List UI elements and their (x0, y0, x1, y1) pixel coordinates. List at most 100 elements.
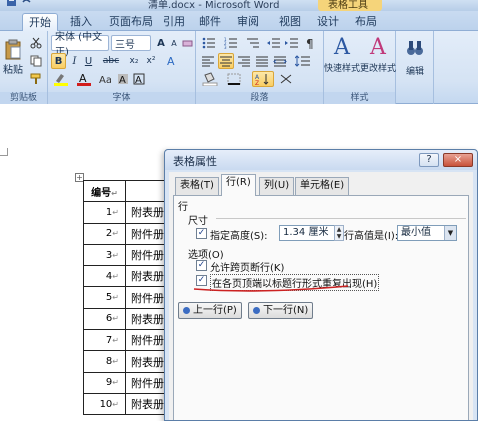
cell-end-mark: ↵ (112, 271, 119, 281)
help-button[interactable]: ? (419, 153, 439, 167)
bold-button[interactable]: B (51, 53, 66, 69)
change-styles-button[interactable]: A 更改样式 (360, 35, 396, 75)
align-center-button[interactable] (218, 53, 234, 69)
height-spinner[interactable]: ▲ ▼ (334, 225, 344, 241)
tab-row[interactable]: 行(R) (221, 174, 256, 196)
tab-cell[interactable]: 单元格(E) (295, 177, 350, 195)
row-number-cell[interactable]: 6↵ (83, 307, 126, 331)
font-size-select[interactable]: 三号 (111, 35, 151, 51)
show-marks-button[interactable]: ¶ (302, 35, 320, 51)
distribute-button[interactable] (272, 53, 288, 69)
dialog-title-bar[interactable]: 表格属性 ? × (165, 150, 477, 170)
tab-mailings[interactable]: 邮件 (196, 13, 224, 31)
shrink-font-button[interactable]: A (168, 35, 180, 51)
align-center-icon (220, 56, 232, 67)
table-row: 7↵ 附件册 (83, 329, 171, 352)
help-icon: ? (426, 154, 432, 165)
previous-row-label: 上一行(P) (193, 305, 237, 316)
justify-button[interactable] (254, 53, 270, 69)
font-name-select[interactable]: 宋体 (中文正) (51, 32, 109, 58)
cut-button[interactable] (28, 35, 44, 51)
row-number-cell[interactable]: 10↵ (83, 392, 126, 416)
document-table[interactable]: 编号↵ 1↵ 附表册 2↵ 附件册 3↵ 附件册 4↵ 附表册 5↵ 附件册 6↵ 附表册 7↵ 附件册 8… (83, 179, 171, 416)
numbered-list-icon: 123 (224, 37, 237, 49)
borders-button[interactable] (224, 71, 244, 87)
table-row: 2↵ 附件册 (83, 222, 171, 245)
page-corner-mark (0, 148, 8, 156)
font-group-label: 字体 (48, 92, 195, 104)
editing-button[interactable]: 编辑 (397, 35, 433, 77)
multilevel-list-icon (247, 38, 259, 48)
sort-button[interactable]: AZ (252, 71, 274, 87)
paste-button[interactable]: 粘贴 (2, 35, 24, 79)
multilevel-list-button[interactable] (244, 35, 262, 51)
char-border-button[interactable]: A (132, 71, 146, 87)
clipboard-group: 粘贴 剪贴板 (0, 31, 48, 104)
height-rule-select[interactable]: 最小值 ▼ (397, 225, 457, 241)
undo-icon[interactable] (21, 0, 32, 7)
subscript-button[interactable]: x₂ (126, 53, 142, 69)
grow-font-button[interactable]: A (154, 35, 168, 51)
specify-height-checkbox[interactable]: ✓ (196, 228, 207, 239)
bullets-button[interactable] (200, 35, 218, 51)
header-cell-number[interactable]: 编号↵ (83, 179, 126, 203)
copy-button[interactable] (28, 53, 44, 69)
font-color-button[interactable]: A (74, 71, 94, 87)
highlight-button[interactable] (51, 71, 71, 87)
cell-end-mark: ↵ (112, 314, 119, 324)
tab-layout[interactable]: 布局 (352, 13, 380, 31)
row-number-cell[interactable]: 5↵ (83, 286, 126, 309)
shading-button[interactable] (200, 71, 220, 87)
paragraph-group-label: 段落 (196, 92, 323, 104)
row-number-cell[interactable]: 4↵ (83, 265, 126, 288)
tab-column[interactable]: 列(U) (259, 177, 295, 195)
format-painter-button[interactable] (28, 71, 44, 87)
italic-button[interactable]: I (68, 53, 81, 69)
change-case-button[interactable]: Aa (98, 71, 112, 87)
superscript-button[interactable]: x² (143, 53, 159, 69)
tab-page-layout[interactable]: 页面布局 (105, 13, 157, 31)
tab-table[interactable]: 表格(T) (175, 177, 219, 195)
next-row-button[interactable]: 下一行(N) (248, 302, 314, 319)
height-input[interactable]: 1.34 厘米 (279, 225, 335, 241)
tab-review[interactable]: 审阅 (234, 13, 262, 31)
tab-references[interactable]: 引用 (160, 13, 188, 31)
strikethrough-button[interactable]: abc (100, 53, 122, 69)
superscript-label: x² (146, 56, 156, 66)
tab-design[interactable]: 设计 (314, 13, 342, 31)
shading-icon: A (118, 74, 128, 85)
red-annotation-underline (193, 285, 349, 292)
clear-format-button[interactable] (181, 35, 194, 51)
align-right-button[interactable] (236, 53, 252, 69)
increase-indent-button[interactable] (284, 35, 300, 51)
eraser-icon (182, 40, 193, 46)
borders-icon (227, 73, 241, 85)
text-effects-button[interactable]: A (164, 53, 180, 69)
char-shading-button[interactable]: A (116, 71, 130, 87)
row-number-cell[interactable]: 3↵ (83, 243, 126, 267)
row-number-cell[interactable]: 1↵ (83, 201, 126, 224)
align-left-button[interactable] (200, 53, 216, 69)
line-spacing-button[interactable] (292, 53, 314, 69)
quick-styles-label: 快速样式 (324, 64, 361, 74)
row-number-cell[interactable]: 2↵ (83, 222, 126, 245)
previous-row-button[interactable]: 上一行(P) (178, 302, 242, 319)
decrease-indent-button[interactable] (266, 35, 282, 51)
svg-text:Aa: Aa (99, 75, 111, 85)
down-arrow-icon (253, 306, 260, 314)
quick-styles-button[interactable]: A 快速样式 (324, 35, 360, 75)
asian-layout-button[interactable] (278, 71, 294, 87)
tab-home[interactable]: 开始 (22, 13, 58, 31)
numbering-button[interactable]: 123 (222, 35, 240, 51)
underline-button[interactable]: U (82, 53, 95, 69)
row-number-cell[interactable]: 8↵ (83, 350, 126, 373)
svg-text:A: A (167, 55, 175, 67)
row-name: 附件册 (131, 227, 164, 241)
row-number-cell[interactable]: 9↵ (83, 371, 126, 394)
allow-break-checkbox[interactable]: ✓ (196, 260, 207, 271)
cell-end-mark: ↵ (112, 229, 119, 239)
tab-view[interactable]: 视图 (276, 13, 304, 31)
save-icon[interactable] (6, 0, 17, 7)
row-number-cell[interactable]: 7↵ (83, 329, 126, 352)
close-button[interactable]: × (443, 153, 473, 167)
